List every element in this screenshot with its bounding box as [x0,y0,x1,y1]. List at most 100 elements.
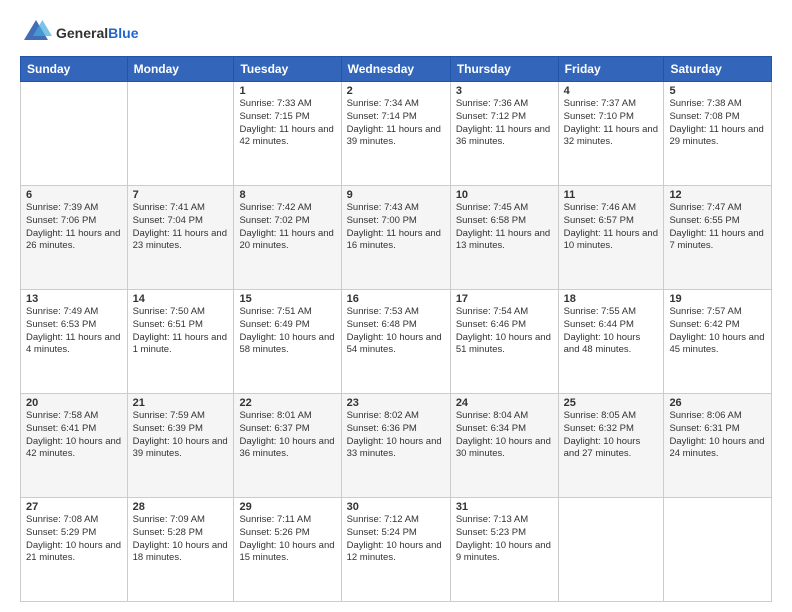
day-number: 10 [456,189,553,201]
calendar-cell: 5Sunrise: 7:38 AM Sunset: 7:08 PM Daylig… [664,82,772,186]
calendar-cell: 23Sunrise: 8:02 AM Sunset: 6:36 PM Dayli… [341,394,450,498]
day-number: 30 [347,501,445,513]
calendar-week-row: 1Sunrise: 7:33 AM Sunset: 7:15 PM Daylig… [21,82,772,186]
calendar-cell: 30Sunrise: 7:12 AM Sunset: 5:24 PM Dayli… [341,498,450,602]
calendar-cell: 16Sunrise: 7:53 AM Sunset: 6:48 PM Dayli… [341,290,450,394]
day-info: Sunrise: 7:42 AM Sunset: 7:02 PM Dayligh… [239,202,335,253]
calendar-cell: 14Sunrise: 7:50 AM Sunset: 6:51 PM Dayli… [127,290,234,394]
day-number: 25 [564,397,659,409]
calendar-cell: 18Sunrise: 7:55 AM Sunset: 6:44 PM Dayli… [558,290,664,394]
calendar-cell: 21Sunrise: 7:59 AM Sunset: 6:39 PM Dayli… [127,394,234,498]
day-number: 28 [133,501,229,513]
day-info: Sunrise: 8:04 AM Sunset: 6:34 PM Dayligh… [456,410,553,461]
day-info: Sunrise: 8:05 AM Sunset: 6:32 PM Dayligh… [564,410,659,461]
col-tuesday: Tuesday [234,57,341,82]
calendar-cell: 3Sunrise: 7:36 AM Sunset: 7:12 PM Daylig… [450,82,558,186]
day-info: Sunrise: 7:38 AM Sunset: 7:08 PM Dayligh… [669,98,766,149]
day-number: 12 [669,189,766,201]
page: GeneralBlue Sunday Monday Tuesday Wednes… [0,0,792,612]
day-number: 6 [26,189,122,201]
day-number: 26 [669,397,766,409]
day-info: Sunrise: 7:12 AM Sunset: 5:24 PM Dayligh… [347,514,445,565]
logo-general: GeneralBlue [56,22,138,43]
day-info: Sunrise: 7:33 AM Sunset: 7:15 PM Dayligh… [239,98,335,149]
calendar-cell: 10Sunrise: 7:45 AM Sunset: 6:58 PM Dayli… [450,186,558,290]
day-number: 2 [347,85,445,97]
day-info: Sunrise: 7:57 AM Sunset: 6:42 PM Dayligh… [669,306,766,357]
col-thursday: Thursday [450,57,558,82]
calendar-week-row: 6Sunrise: 7:39 AM Sunset: 7:06 PM Daylig… [21,186,772,290]
day-number: 5 [669,85,766,97]
day-number: 18 [564,293,659,305]
day-number: 31 [456,501,553,513]
day-info: Sunrise: 7:41 AM Sunset: 7:04 PM Dayligh… [133,202,229,253]
calendar-cell [127,82,234,186]
calendar-header-row: Sunday Monday Tuesday Wednesday Thursday… [21,57,772,82]
day-info: Sunrise: 7:49 AM Sunset: 6:53 PM Dayligh… [26,306,122,357]
calendar-cell: 28Sunrise: 7:09 AM Sunset: 5:28 PM Dayli… [127,498,234,602]
day-number: 11 [564,189,659,201]
calendar-cell: 29Sunrise: 7:11 AM Sunset: 5:26 PM Dayli… [234,498,341,602]
day-info: Sunrise: 8:06 AM Sunset: 6:31 PM Dayligh… [669,410,766,461]
day-info: Sunrise: 8:01 AM Sunset: 6:37 PM Dayligh… [239,410,335,461]
col-saturday: Saturday [664,57,772,82]
day-number: 21 [133,397,229,409]
day-info: Sunrise: 7:39 AM Sunset: 7:06 PM Dayligh… [26,202,122,253]
calendar-cell: 22Sunrise: 8:01 AM Sunset: 6:37 PM Dayli… [234,394,341,498]
day-info: Sunrise: 7:55 AM Sunset: 6:44 PM Dayligh… [564,306,659,357]
day-number: 27 [26,501,122,513]
day-number: 24 [456,397,553,409]
day-info: Sunrise: 7:45 AM Sunset: 6:58 PM Dayligh… [456,202,553,253]
calendar-cell: 25Sunrise: 8:05 AM Sunset: 6:32 PM Dayli… [558,394,664,498]
calendar-cell: 13Sunrise: 7:49 AM Sunset: 6:53 PM Dayli… [21,290,128,394]
day-info: Sunrise: 7:08 AM Sunset: 5:29 PM Dayligh… [26,514,122,565]
day-info: Sunrise: 7:36 AM Sunset: 7:12 PM Dayligh… [456,98,553,149]
day-info: Sunrise: 7:46 AM Sunset: 6:57 PM Dayligh… [564,202,659,253]
day-number: 9 [347,189,445,201]
day-info: Sunrise: 7:47 AM Sunset: 6:55 PM Dayligh… [669,202,766,253]
day-info: Sunrise: 7:51 AM Sunset: 6:49 PM Dayligh… [239,306,335,357]
day-info: Sunrise: 7:13 AM Sunset: 5:23 PM Dayligh… [456,514,553,565]
calendar-cell: 19Sunrise: 7:57 AM Sunset: 6:42 PM Dayli… [664,290,772,394]
day-number: 7 [133,189,229,201]
day-number: 3 [456,85,553,97]
calendar-cell: 26Sunrise: 8:06 AM Sunset: 6:31 PM Dayli… [664,394,772,498]
header: GeneralBlue [20,16,772,48]
calendar-cell: 20Sunrise: 7:58 AM Sunset: 6:41 PM Dayli… [21,394,128,498]
calendar-week-row: 20Sunrise: 7:58 AM Sunset: 6:41 PM Dayli… [21,394,772,498]
calendar-week-row: 13Sunrise: 7:49 AM Sunset: 6:53 PM Dayli… [21,290,772,394]
day-info: Sunrise: 7:50 AM Sunset: 6:51 PM Dayligh… [133,306,229,357]
calendar-cell: 24Sunrise: 8:04 AM Sunset: 6:34 PM Dayli… [450,394,558,498]
day-number: 22 [239,397,335,409]
day-number: 23 [347,397,445,409]
calendar-cell: 1Sunrise: 7:33 AM Sunset: 7:15 PM Daylig… [234,82,341,186]
day-number: 20 [26,397,122,409]
day-number: 13 [26,293,122,305]
day-info: Sunrise: 7:53 AM Sunset: 6:48 PM Dayligh… [347,306,445,357]
col-sunday: Sunday [21,57,128,82]
calendar-cell: 27Sunrise: 7:08 AM Sunset: 5:29 PM Dayli… [21,498,128,602]
calendar-week-row: 27Sunrise: 7:08 AM Sunset: 5:29 PM Dayli… [21,498,772,602]
day-info: Sunrise: 7:43 AM Sunset: 7:00 PM Dayligh… [347,202,445,253]
day-number: 1 [239,85,335,97]
calendar-cell [558,498,664,602]
day-number: 8 [239,189,335,201]
day-info: Sunrise: 8:02 AM Sunset: 6:36 PM Dayligh… [347,410,445,461]
calendar-cell: 7Sunrise: 7:41 AM Sunset: 7:04 PM Daylig… [127,186,234,290]
calendar-table: Sunday Monday Tuesday Wednesday Thursday… [20,56,772,602]
col-wednesday: Wednesday [341,57,450,82]
calendar-cell: 2Sunrise: 7:34 AM Sunset: 7:14 PM Daylig… [341,82,450,186]
day-info: Sunrise: 7:59 AM Sunset: 6:39 PM Dayligh… [133,410,229,461]
day-number: 4 [564,85,659,97]
day-info: Sunrise: 7:54 AM Sunset: 6:46 PM Dayligh… [456,306,553,357]
calendar-cell: 17Sunrise: 7:54 AM Sunset: 6:46 PM Dayli… [450,290,558,394]
day-number: 19 [669,293,766,305]
calendar-cell [21,82,128,186]
calendar-cell: 9Sunrise: 7:43 AM Sunset: 7:00 PM Daylig… [341,186,450,290]
day-number: 17 [456,293,553,305]
day-number: 16 [347,293,445,305]
logo-icon [20,16,52,48]
calendar-cell: 4Sunrise: 7:37 AM Sunset: 7:10 PM Daylig… [558,82,664,186]
calendar-cell: 6Sunrise: 7:39 AM Sunset: 7:06 PM Daylig… [21,186,128,290]
col-friday: Friday [558,57,664,82]
